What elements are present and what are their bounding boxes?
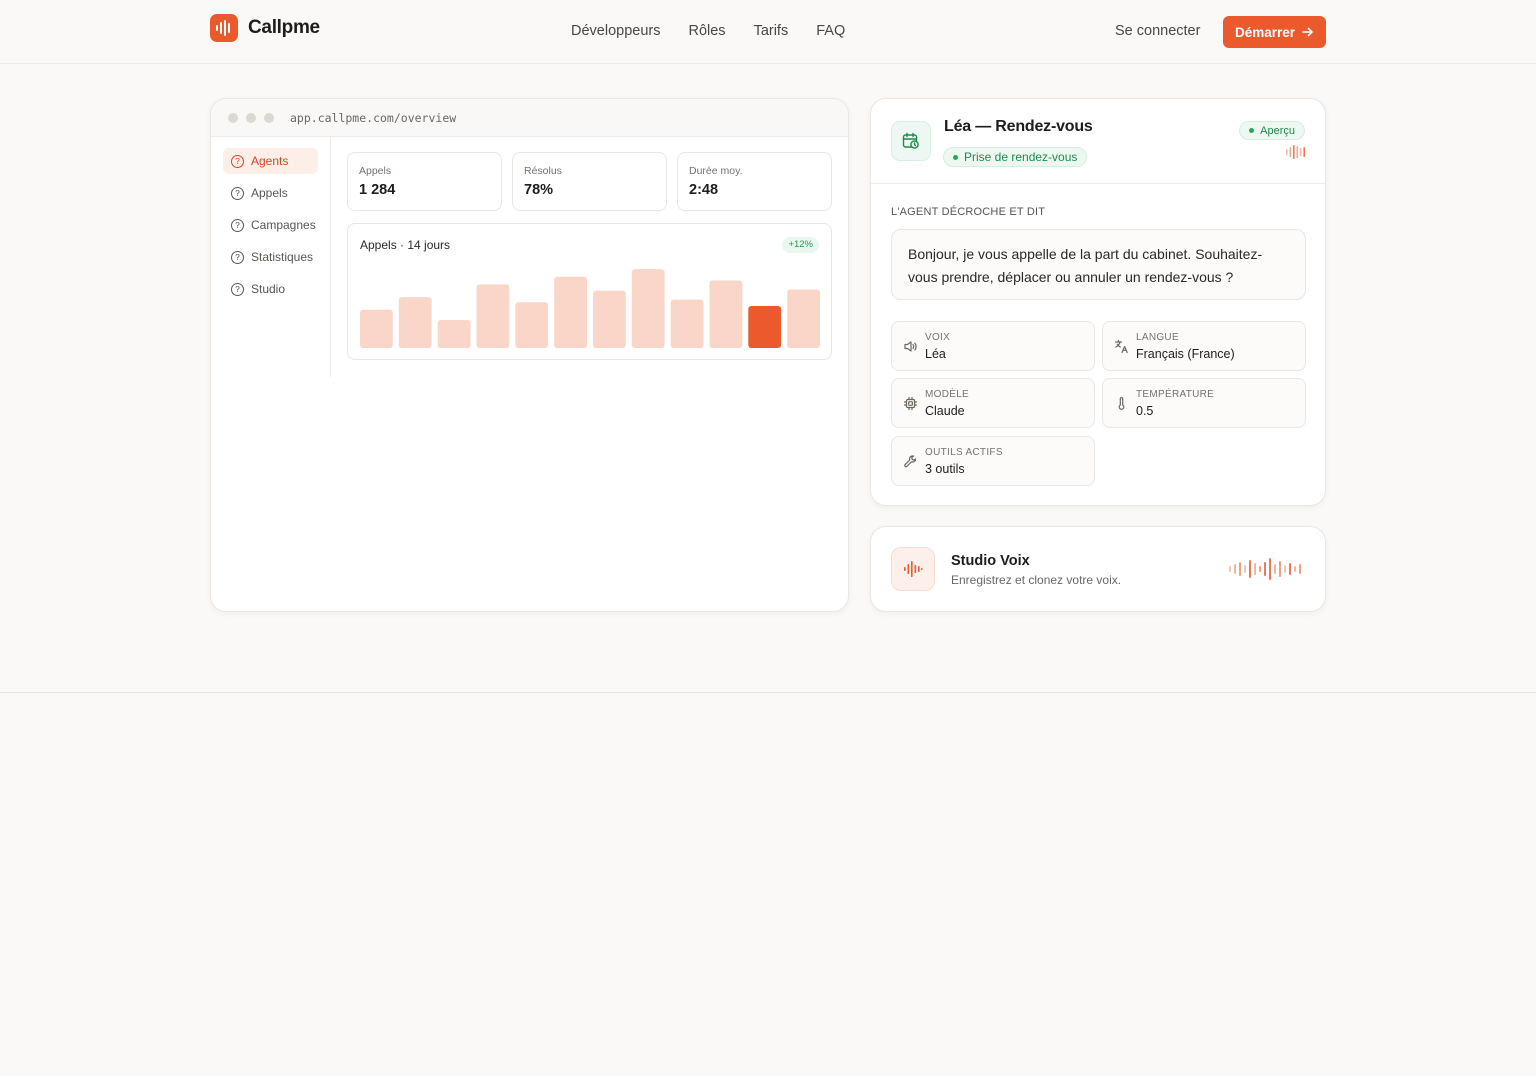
- agent-header: Léa — Rendez-vous Prise de rendez-vous A…: [871, 99, 1325, 184]
- translate-icon: [1114, 339, 1128, 354]
- chart-bar: [748, 306, 782, 348]
- help-circle-icon: ?: [231, 282, 244, 296]
- field-label: MODÈLE: [925, 389, 970, 400]
- window-dot: [228, 112, 238, 123]
- studio-subtitle: Enregistrez et clonez votre voix.: [951, 573, 1122, 587]
- help-circle-icon: ?: [231, 250, 244, 264]
- stat-label: Appels: [359, 165, 392, 177]
- field-value: Léa: [925, 347, 946, 361]
- agent-type-badge: Prise de rendez-vous: [943, 147, 1088, 167]
- speaker-icon: [904, 341, 917, 352]
- calendar-clock-icon: [891, 121, 931, 161]
- chart-bar: [670, 299, 704, 348]
- stat-label: Durée moy.: [689, 165, 743, 177]
- chart-bar: [476, 284, 510, 348]
- chart-bar: [787, 289, 820, 348]
- stat-value: 2:48: [689, 182, 719, 198]
- stat-card-duration: Durée moy. 2:48: [677, 152, 832, 211]
- field-temperature[interactable]: TEMPÉRATURE 0.5: [1102, 378, 1306, 428]
- status-dot: [953, 154, 958, 160]
- studio-voice-card[interactable]: Studio Voix Enregistrez et clonez votre …: [870, 526, 1326, 612]
- stat-value: 78%: [524, 182, 554, 198]
- start-button[interactable]: Démarrer: [1223, 16, 1326, 48]
- nav-link-faq[interactable]: FAQ: [816, 23, 845, 39]
- field-label: LANGUE: [1136, 332, 1179, 343]
- nav-link-developpeurs[interactable]: Développeurs: [571, 23, 660, 39]
- help-circle-icon: ?: [231, 154, 244, 168]
- calls-bar-chart: [360, 269, 820, 348]
- field-active-tools[interactable]: OUTILS ACTIFS 3 outils: [891, 436, 1095, 486]
- login-link[interactable]: Se connecter: [1115, 23, 1200, 39]
- brand[interactable]: Callpme: [210, 14, 320, 42]
- field-label: OUTILS ACTIFS: [925, 447, 1003, 458]
- field-value: Claude: [925, 404, 965, 418]
- arrow-right-icon: [1302, 27, 1313, 37]
- sidebar-item-label: Statistiques: [251, 250, 314, 264]
- agent-card: Léa — Rendez-vous Prise de rendez-vous A…: [870, 98, 1326, 506]
- stat-value: 1 284: [359, 182, 396, 198]
- stat-label: Résolus: [524, 165, 562, 177]
- window-dot: [246, 112, 256, 123]
- sidebar-item-campagnes[interactable]: ? Campagnes: [223, 212, 318, 238]
- stat-card-resolved: Résolus 78%: [512, 152, 667, 211]
- studio-title: Studio Voix: [951, 553, 1030, 569]
- field-value: Français (France): [1136, 347, 1235, 361]
- calls-chart-card: Appels · 14 jours +12%: [347, 223, 832, 360]
- sidebar-item-label: Studio: [251, 282, 286, 296]
- sidebar-item-label: Campagnes: [251, 218, 316, 232]
- help-circle-icon: ?: [231, 186, 244, 200]
- agent-greeting: Bonjour, je vous appelle de la part du c…: [891, 229, 1306, 300]
- preview-label: Aperçu: [1260, 124, 1295, 137]
- stat-card-calls: Appels 1 284: [347, 152, 502, 211]
- agent-type-label: Prise de rendez-vous: [964, 150, 1078, 164]
- agent-title: Léa — Rendez-vous: [944, 118, 1093, 135]
- chart-title: Appels · 14 jours: [360, 238, 451, 252]
- chart-bar: [398, 297, 432, 348]
- wrench-icon: [904, 455, 917, 468]
- nav-link-tarifs[interactable]: Tarifs: [754, 23, 789, 39]
- field-value: 3 outils: [925, 462, 965, 476]
- chart-bar: [709, 280, 743, 348]
- thermometer-icon: [1118, 397, 1125, 410]
- start-button-label: Démarrer: [1234, 24, 1296, 40]
- field-voice[interactable]: VOIX Léa: [891, 321, 1095, 371]
- help-circle-icon: ?: [231, 218, 244, 232]
- field-model[interactable]: MODÈLE Claude: [891, 378, 1095, 428]
- preview-badge[interactable]: Aperçu: [1239, 121, 1305, 140]
- field-label: TEMPÉRATURE: [1136, 389, 1215, 400]
- waveform-icon: [891, 547, 935, 591]
- audio-wave-icon: [1286, 145, 1305, 159]
- nav-link-roles[interactable]: Rôles: [688, 23, 725, 39]
- browser-bar: app.callpme.com/overview: [211, 99, 848, 137]
- window-dot: [264, 112, 274, 123]
- brand-name: Callpme: [248, 17, 320, 38]
- chart-bar: [631, 269, 665, 348]
- chart-bar: [554, 276, 587, 348]
- chart-bar: [437, 320, 471, 348]
- field-language[interactable]: LANGUE Français (France): [1102, 321, 1306, 371]
- field-label: VOIX: [925, 332, 951, 343]
- chart-bar: [360, 309, 393, 348]
- sidebar-item-label: Appels: [251, 186, 288, 200]
- sidebar-item-label: Agents: [251, 154, 289, 168]
- sidebar-item-studio[interactable]: ? Studio: [223, 276, 318, 302]
- chart-bar: [593, 290, 626, 348]
- section-divider: [0, 692, 1536, 693]
- dashboard-sidebar: ? Agents ? Appels ? Campagnes ? Statisti…: [211, 137, 331, 377]
- top-navbar: Callpme Développeurs Rôles Tarifs FAQ Se…: [0, 0, 1536, 64]
- url-text: app.callpme.com/overview: [290, 110, 457, 125]
- sidebar-item-statistiques[interactable]: ? Statistiques: [223, 244, 318, 270]
- sidebar-item-appels[interactable]: ? Appels: [223, 180, 318, 206]
- sidebar-item-agents[interactable]: ? Agents: [223, 148, 318, 174]
- audio-wave-icon: [1229, 558, 1301, 580]
- main-nav: Développeurs Rôles Tarifs FAQ: [571, 23, 845, 39]
- dashboard-preview: app.callpme.com/overview ? Agents ? Appe…: [210, 98, 849, 612]
- section-label: L'AGENT DÉCROCHE ET DIT: [891, 206, 1046, 218]
- status-dot: [1249, 128, 1255, 133]
- chart-bar: [515, 302, 549, 348]
- waveform-logo-icon: [210, 14, 238, 42]
- growth-badge: +12%: [782, 237, 819, 253]
- field-value: 0.5: [1136, 404, 1154, 418]
- chip-icon: [903, 396, 918, 411]
